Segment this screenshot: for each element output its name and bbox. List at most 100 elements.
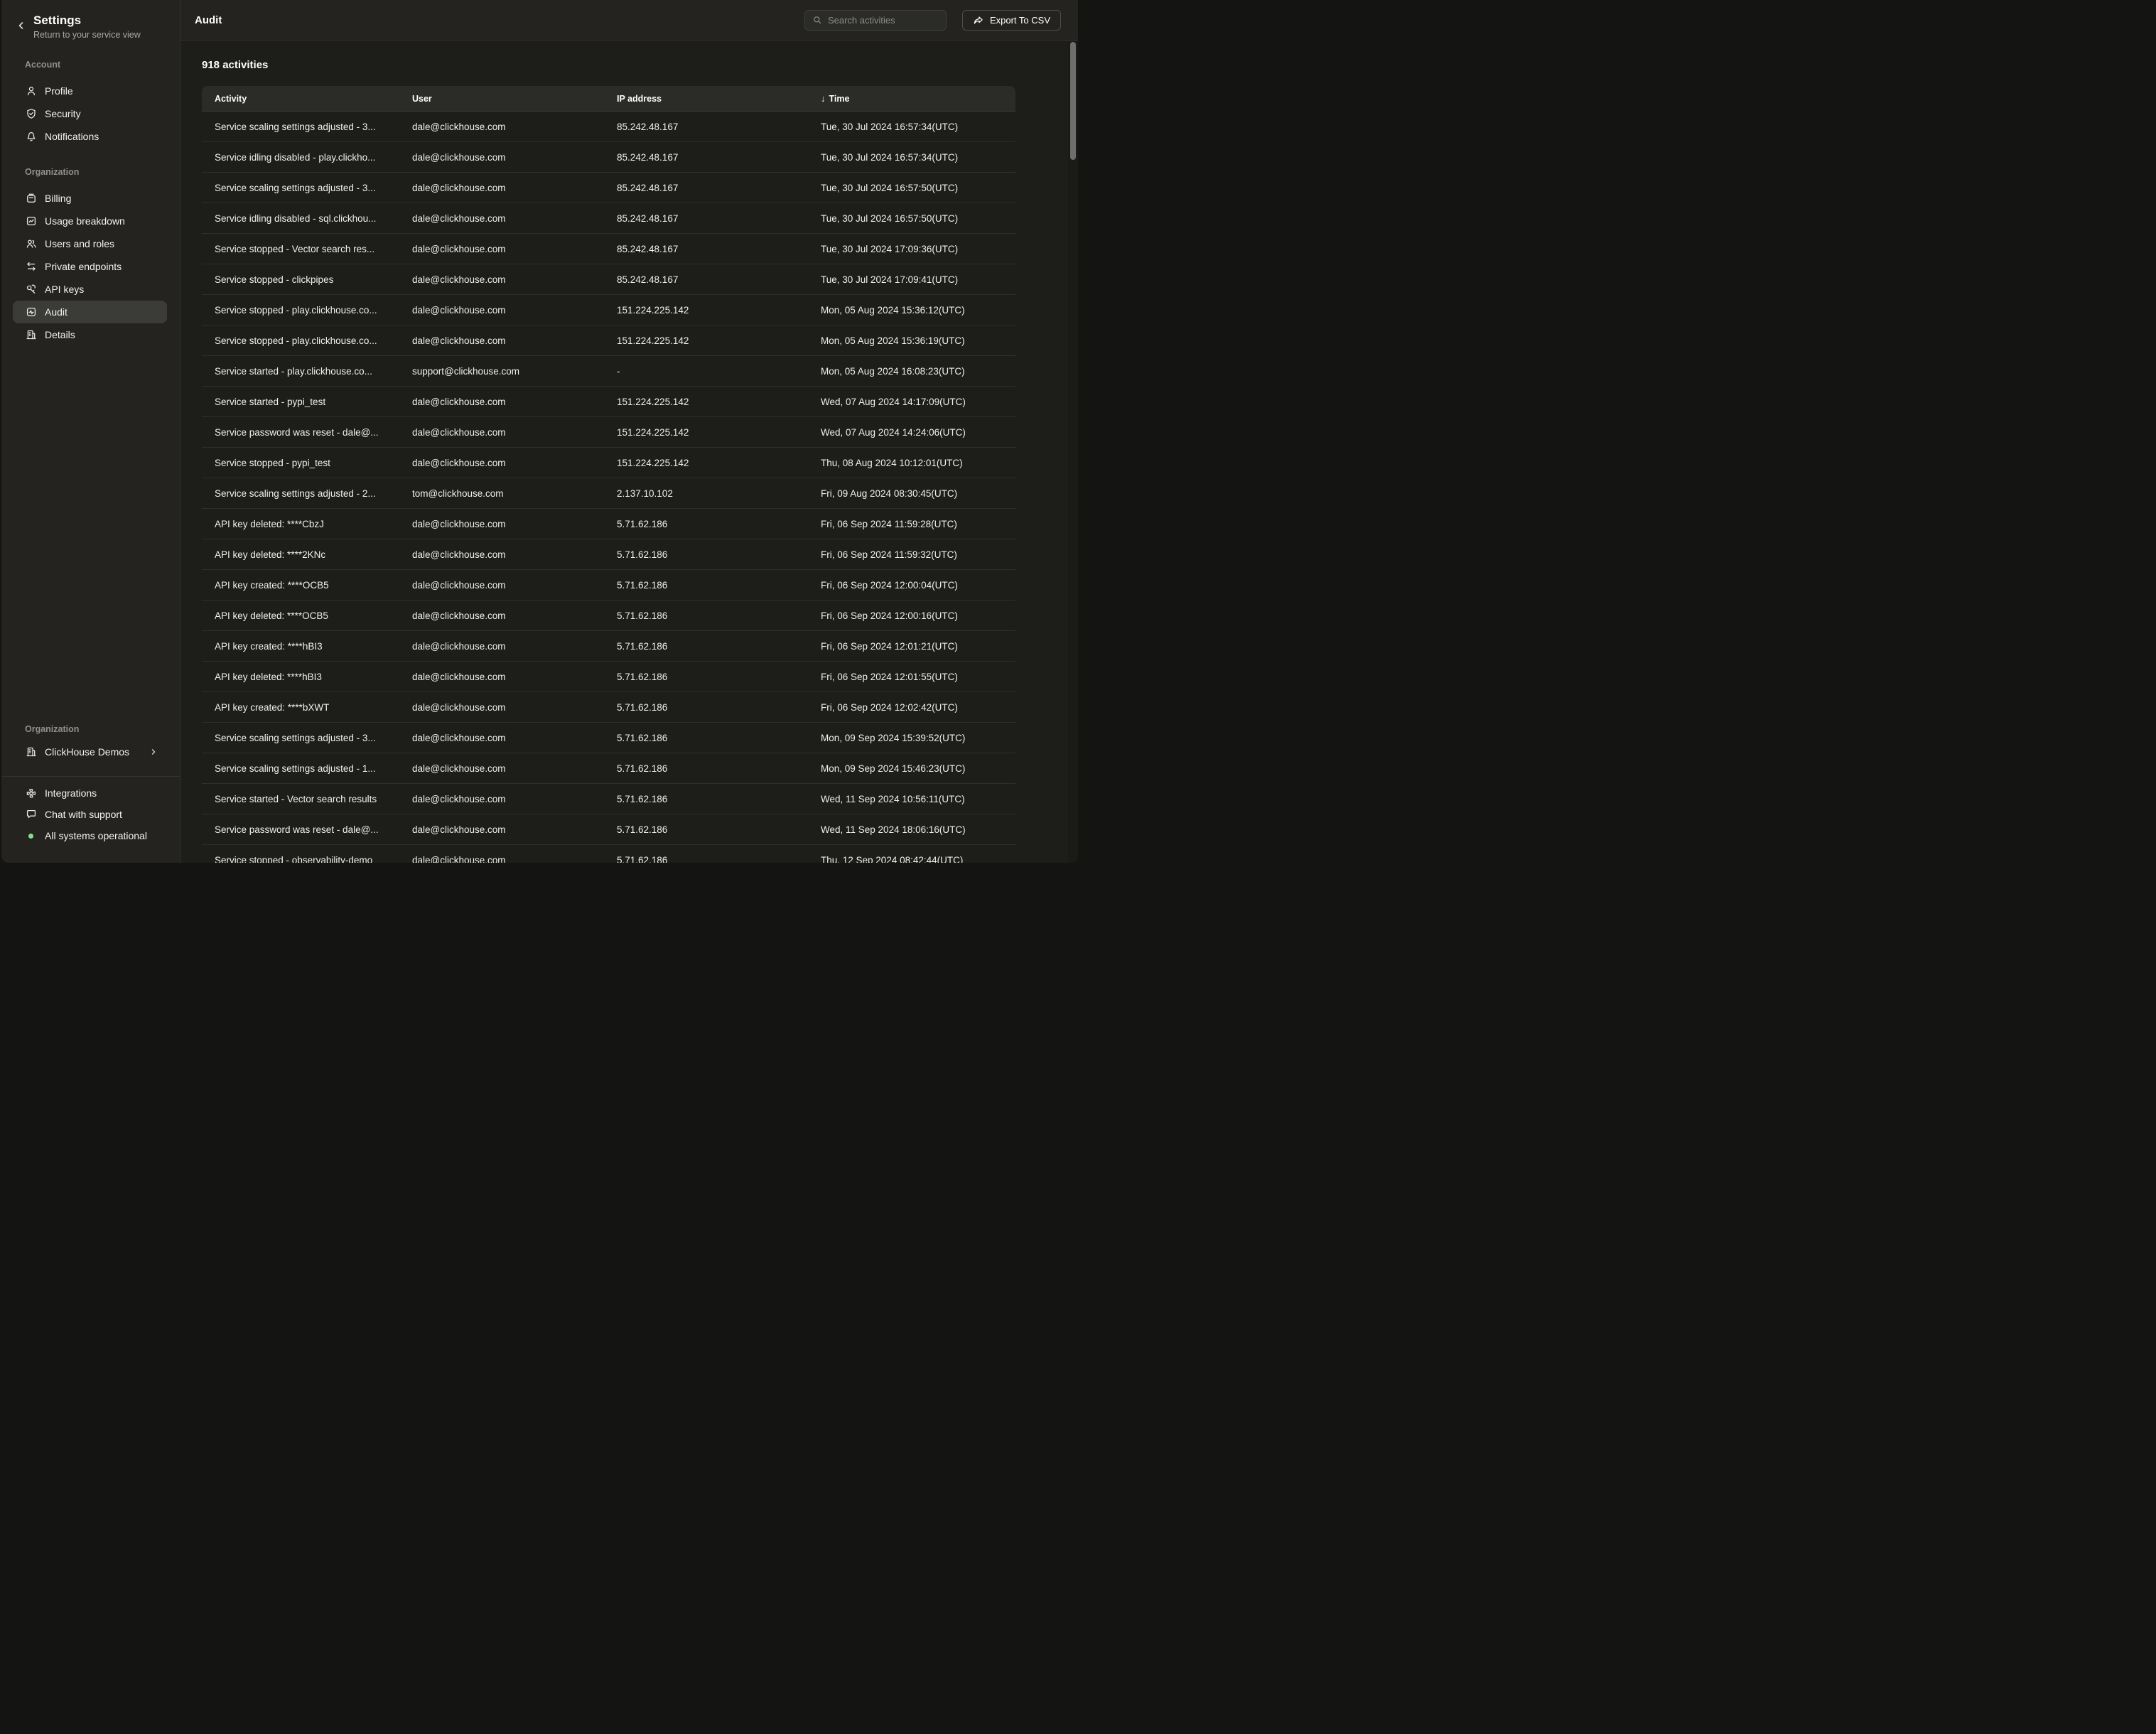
sidebar-item-billing[interactable]: Billing [13,187,167,210]
activity-cell: Service stopped - Vector search res... [202,244,412,254]
table-row[interactable]: Service idling disabled - play.clickho..… [202,142,1015,173]
table-row[interactable]: API key created: ****OCB5 dale@clickhous… [202,570,1015,601]
column-header-activity[interactable]: Activity [202,94,412,104]
activity-cell: Service stopped - clickpipes [202,274,412,285]
topbar: Audit Export To CSV [180,0,1078,41]
time-cell: Tue, 30 Jul 2024 16:57:50(UTC) [821,213,1015,224]
activity-cell: Service started - Vector search results [202,794,412,804]
sidebar-item-audit[interactable]: Audit [13,301,167,323]
time-cell: Thu, 12 Sep 2024 08:42:44(UTC) [821,855,1015,863]
sidebar-item-usage-breakdown[interactable]: Usage breakdown [13,210,167,232]
ip-cell: 5.71.62.186 [617,824,821,835]
time-cell: Wed, 11 Sep 2024 18:06:16(UTC) [821,824,1015,835]
sidebar-item-private-endpoints[interactable]: Private endpoints [13,255,167,278]
ip-cell: 151.224.225.142 [617,305,821,316]
organization-name: ClickHouse Demos [45,746,129,758]
user-cell: dale@clickhouse.com [412,152,617,163]
table-row[interactable]: Service stopped - play.clickhouse.co... … [202,295,1015,325]
sidebar-item-security[interactable]: Security [13,102,167,125]
user-cell: dale@clickhouse.com [412,824,617,835]
export-csv-button[interactable]: Export To CSV [962,10,1061,31]
user-cell: dale@clickhouse.com [412,733,617,743]
table-row[interactable]: Service idling disabled - sql.clickhou..… [202,203,1015,234]
ip-cell: 85.242.48.167 [617,274,821,285]
table-row[interactable]: Service stopped - Vector search res... d… [202,234,1015,264]
table-row[interactable]: Service scaling settings adjusted - 3...… [202,173,1015,203]
activity-cell: Service started - play.clickhouse.co... [202,366,412,377]
column-header-time-label: Time [829,94,850,104]
table-row[interactable]: API key created: ****bXWT dale@clickhous… [202,692,1015,723]
ip-cell: 5.71.62.186 [617,549,821,560]
user-cell: dale@clickhouse.com [412,213,617,224]
swap-arrows-icon [26,261,37,272]
activity-cell: Service stopped - observability-demo [202,855,412,863]
sidebar-item-label: API keys [45,284,84,295]
table-row[interactable]: Service scaling settings adjusted - 2...… [202,478,1015,509]
table-row[interactable]: API key deleted: ****hBI3 dale@clickhous… [202,662,1015,692]
table-row[interactable]: API key deleted: ****2KNc dale@clickhous… [202,539,1015,570]
sidebar-item-notifications[interactable]: Notifications [13,125,167,148]
sidebar-item-details[interactable]: Details [13,323,167,346]
bell-icon [26,131,37,142]
user-cell: tom@clickhouse.com [412,488,617,499]
column-header-time[interactable]: ↓ Time [821,93,1015,104]
table-row[interactable]: Service started - pypi_test dale@clickho… [202,387,1015,417]
activity-cell: Service scaling settings adjusted - 3... [202,733,412,743]
ip-cell: 85.242.48.167 [617,152,821,163]
footer-nav: Integrations Chat with support All syste… [1,782,180,846]
search-box[interactable] [804,10,947,31]
user-cell: dale@clickhouse.com [412,763,617,774]
table-row[interactable]: Service scaling settings adjusted - 3...… [202,723,1015,753]
table-row[interactable]: Service scaling settings adjusted - 1...… [202,753,1015,784]
scrollbar-thumb[interactable] [1070,42,1076,160]
user-cell: dale@clickhouse.com [412,397,617,407]
table-row[interactable]: API key deleted: ****CbzJ dale@clickhous… [202,509,1015,539]
sidebar-item-users-and-roles[interactable]: Users and roles [13,232,167,255]
sidebar-item-label: Profile [45,85,73,97]
sidebar-item-profile[interactable]: Profile [13,80,167,102]
wallet-icon [26,193,37,204]
ip-cell: 5.71.62.186 [617,672,821,682]
topbar-actions: Export To CSV [804,10,1061,31]
table-row[interactable]: Service started - Vector search results … [202,784,1015,814]
status-label: All systems operational [45,830,147,841]
back-button[interactable] [16,20,27,31]
table-row[interactable]: Service scaling settings adjusted - 3...… [202,112,1015,142]
user-cell: dale@clickhouse.com [412,794,617,804]
sidebar-item-chat-support[interactable]: Chat with support [13,804,167,825]
return-to-service-link[interactable]: Return to your service view [33,29,180,41]
table-row[interactable]: Service stopped - play.clickhouse.co... … [202,325,1015,356]
table-row[interactable]: Service stopped - clickpipes dale@clickh… [202,264,1015,295]
search-input[interactable] [828,15,939,26]
column-header-user[interactable]: User [412,94,617,104]
sidebar-item-api-keys[interactable]: API keys [13,278,167,301]
ip-cell: 5.71.62.186 [617,733,821,743]
chat-bubble-icon [26,809,37,820]
table-row[interactable]: Service started - play.clickhouse.co... … [202,356,1015,387]
system-status[interactable]: All systems operational [13,825,167,846]
table-row[interactable]: Service password was reset - dale@... da… [202,814,1015,845]
table-body: Service scaling settings adjusted - 3...… [202,112,1015,863]
column-header-ip[interactable]: IP address [617,94,821,104]
table-row[interactable]: Service stopped - pypi_test dale@clickho… [202,448,1015,478]
sidebar-item-integrations[interactable]: Integrations [13,782,167,804]
time-cell: Fri, 09 Aug 2024 08:30:45(UTC) [821,488,1015,499]
sidebar-item-label: Notifications [45,131,99,142]
organization-section-label: Organization [25,166,180,178]
table-row[interactable]: API key deleted: ****OCB5 dale@clickhous… [202,601,1015,631]
time-cell: Mon, 05 Aug 2024 15:36:19(UTC) [821,335,1015,346]
sidebar-item-label: Billing [45,193,71,204]
user-cell: dale@clickhouse.com [412,305,617,316]
table-row[interactable]: Service stopped - observability-demo dal… [202,845,1015,863]
activity-cell: Service scaling settings adjusted - 1... [202,763,412,774]
scrollbar-track[interactable] [1068,41,1078,863]
user-cell: dale@clickhouse.com [412,519,617,529]
time-cell: Tue, 30 Jul 2024 17:09:41(UTC) [821,274,1015,285]
chevron-right-icon [149,747,158,757]
sidebar-item-label: Security [45,108,81,119]
table-row[interactable]: Service password was reset - dale@... da… [202,417,1015,448]
table-row[interactable]: API key created: ****hBI3 dale@clickhous… [202,631,1015,662]
time-cell: Mon, 09 Sep 2024 15:39:52(UTC) [821,733,1015,743]
organization-switcher[interactable]: ClickHouse Demos [13,741,167,763]
time-cell: Wed, 07 Aug 2024 14:17:09(UTC) [821,397,1015,407]
